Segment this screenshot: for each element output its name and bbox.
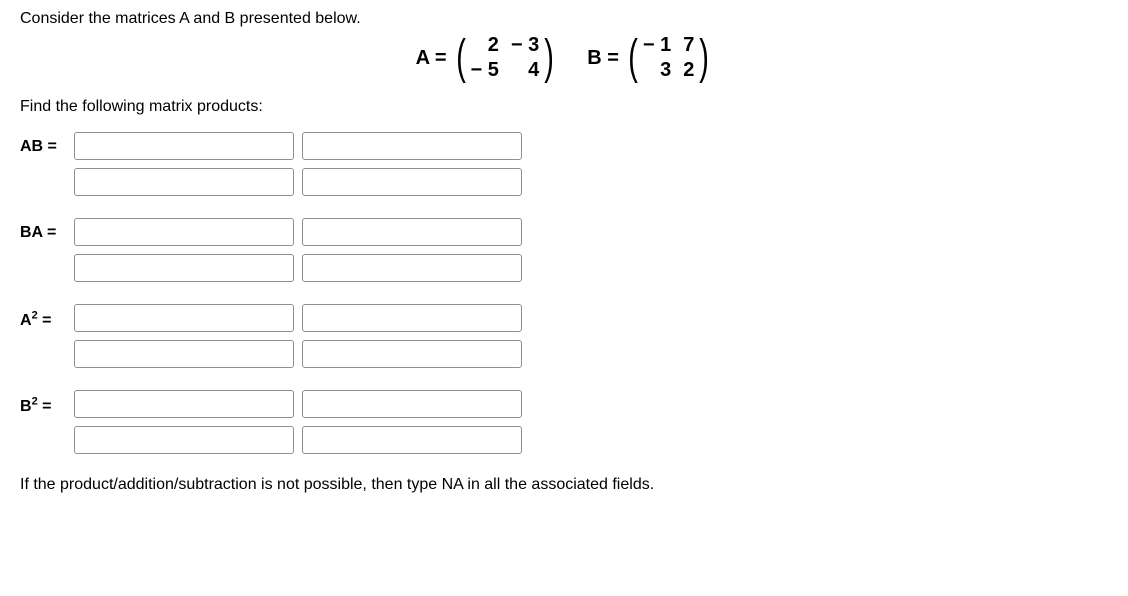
product-ab: AB = [20, 132, 1108, 196]
ab-r2c2-input[interactable] [302, 168, 522, 196]
intro-text: Consider the matrices A and B presented … [20, 10, 1108, 28]
matrix-a-r1c2: − 3 [511, 34, 539, 57]
ab-r1c1-input[interactable] [74, 132, 294, 160]
product-a2: A2 = [20, 304, 1108, 368]
subhead-text: Find the following matrix products: [20, 98, 1108, 116]
product-ba-label: BA = [20, 218, 74, 242]
a2-r1c1-input[interactable] [74, 304, 294, 332]
a2-r2c1-input[interactable] [74, 340, 294, 368]
matrix-b-r2c2: 2 [683, 59, 694, 82]
ab-r2c1-input[interactable] [74, 168, 294, 196]
matrix-a-label: A = [416, 47, 447, 70]
left-paren-icon: ( [628, 34, 638, 82]
matrix-b-label: B = [587, 47, 619, 70]
b2-r1c2-input[interactable] [302, 390, 522, 418]
ab-r1c2-input[interactable] [302, 132, 522, 160]
b2-r1c1-input[interactable] [74, 390, 294, 418]
matrix-b: B = ( − 1 7 3 2 ) [587, 34, 712, 82]
product-ab-label: AB = [20, 132, 74, 156]
footer-note: If the product/addition/subtraction is n… [20, 476, 1108, 494]
matrix-a: A = ( 2 − 3 − 5 4 ) [416, 34, 558, 82]
ba-r1c2-input[interactable] [302, 218, 522, 246]
b2-r2c2-input[interactable] [302, 426, 522, 454]
product-ba: BA = [20, 218, 1108, 282]
b2-r2c1-input[interactable] [74, 426, 294, 454]
right-paren-icon: ) [544, 34, 554, 82]
left-paren-icon: ( [456, 34, 466, 82]
a2-r2c2-input[interactable] [302, 340, 522, 368]
product-a2-label: A2 = [20, 304, 74, 330]
matrix-b-r1c2: 7 [683, 34, 694, 57]
matrix-a-r2c1: − 5 [471, 59, 499, 82]
right-paren-icon: ) [700, 34, 710, 82]
matrix-b-r2c1: 3 [643, 59, 671, 82]
matrix-a-r1c1: 2 [471, 34, 499, 57]
ba-r2c2-input[interactable] [302, 254, 522, 282]
a2-r1c2-input[interactable] [302, 304, 522, 332]
matrix-a-r2c2: 4 [511, 59, 539, 82]
ba-r1c1-input[interactable] [74, 218, 294, 246]
matrix-b-r1c1: − 1 [643, 34, 671, 57]
matrix-definitions: A = ( 2 − 3 − 5 4 ) B = ( − 1 7 3 2 ) [20, 34, 1108, 82]
product-b2-label: B2 = [20, 390, 74, 416]
ba-r2c1-input[interactable] [74, 254, 294, 282]
product-b2: B2 = [20, 390, 1108, 454]
